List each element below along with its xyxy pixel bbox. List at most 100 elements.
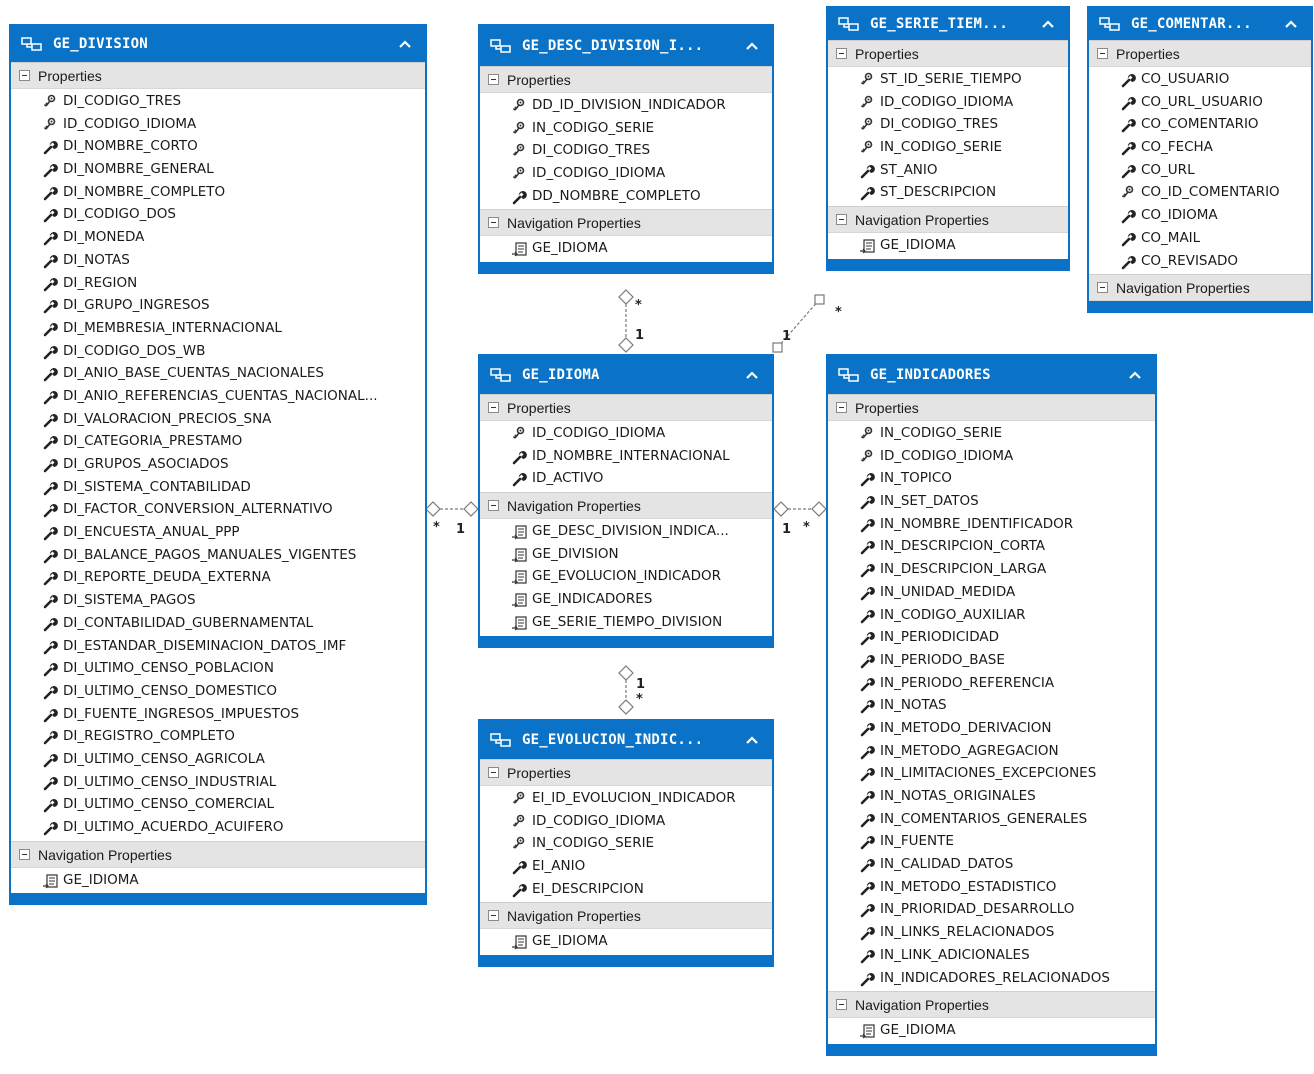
chevron-up-icon[interactable]: [744, 38, 760, 54]
property-row[interactable]: ST_ANIO: [828, 159, 1068, 182]
property-row[interactable]: IN_CODIGO_SERIE: [828, 136, 1068, 159]
collapse-section-icon[interactable]: [836, 402, 847, 413]
property-row[interactable]: DI_VALORACION_PRECIOS_SNA: [11, 408, 425, 431]
property-row[interactable]: EI_DESCRIPCION: [480, 878, 772, 901]
collapse-section-icon[interactable]: [19, 70, 30, 81]
property-row[interactable]: IN_PERIODO_BASE: [828, 649, 1155, 672]
property-row[interactable]: DI_SISTEMA_CONTABILIDAD: [11, 476, 425, 499]
property-row[interactable]: CO_ID_COMENTARIO: [1089, 181, 1311, 204]
entity-ge-comentario[interactable]: GE_COMENTAR... Properties CO_USUARIO CO_URL…: [1087, 6, 1313, 314]
property-row[interactable]: DI_ANIO_REFERENCIAS_CUENTAS_NACIONAL...: [11, 385, 425, 408]
property-row[interactable]: CO_COMENTARIO: [1089, 113, 1311, 136]
collapse-section-icon[interactable]: [488, 402, 499, 413]
property-row[interactable]: DI_CODIGO_DOS: [11, 203, 425, 226]
property-row[interactable]: DI_GRUPOS_ASOCIADOS: [11, 453, 425, 476]
property-row[interactable]: DI_NOMBRE_CORTO: [11, 135, 425, 158]
property-row[interactable]: EI_ID_EVOLUCION_INDICADOR: [480, 787, 772, 810]
entity-header[interactable]: GE_EVOLUCION_INDIC...: [480, 721, 772, 759]
property-row[interactable]: IN_LINK_ADICIONALES: [828, 944, 1155, 967]
navigation-properties-section-header[interactable]: Navigation Properties: [480, 902, 772, 930]
property-row[interactable]: CO_FECHA: [1089, 136, 1311, 159]
navigation-properties-section-header[interactable]: Navigation Properties: [828, 991, 1155, 1019]
collapse-section-icon[interactable]: [836, 999, 847, 1011]
navigation-property-row[interactable]: GE_IDIOMA: [11, 869, 425, 892]
property-row[interactable]: EI_ANIO: [480, 855, 772, 878]
property-row[interactable]: CO_MAIL: [1089, 227, 1311, 250]
property-row[interactable]: ID_ACTIVO: [480, 467, 772, 490]
navigation-property-row[interactable]: GE_DIVISION: [480, 543, 772, 566]
property-row[interactable]: DI_ULTIMO_ACUERDO_ACUIFERO: [11, 816, 425, 839]
entity-ge-division[interactable]: GE_DIVISION Properties DI_CODIGO_TRES ID_CO…: [9, 24, 427, 906]
entity-header[interactable]: GE_DIVISION: [11, 26, 425, 62]
property-row[interactable]: IN_FUENTE: [828, 830, 1155, 853]
property-row[interactable]: IN_DESCRIPCION_LARGA: [828, 558, 1155, 581]
chevron-up-icon[interactable]: [1040, 16, 1056, 32]
property-row[interactable]: IN_INDICADORES_RELACIONADOS: [828, 967, 1155, 990]
property-row[interactable]: DI_REPORTE_DEUDA_EXTERNA: [11, 566, 425, 589]
property-row[interactable]: IN_CODIGO_SERIE: [480, 117, 772, 140]
navigation-property-row[interactable]: GE_IDIOMA: [828, 234, 1068, 257]
property-row[interactable]: DI_ESTANDAR_DISEMINACION_DATOS_IMF: [11, 635, 425, 658]
entity-header[interactable]: GE_IDIOMA: [480, 356, 772, 394]
navigation-property-row[interactable]: GE_SERIE_TIEMPO_DIVISION: [480, 611, 772, 634]
property-row[interactable]: IN_UNIDAD_MEDIDA: [828, 581, 1155, 604]
navigation-properties-section-header[interactable]: Navigation Properties: [11, 840, 425, 868]
navigation-property-row[interactable]: GE_EVOLUCION_INDICADOR: [480, 565, 772, 588]
property-row[interactable]: DI_NOMBRE_GENERAL: [11, 158, 425, 181]
properties-section-header[interactable]: Properties: [480, 66, 772, 93]
property-row[interactable]: DI_SISTEMA_PAGOS: [11, 589, 425, 612]
entity-header[interactable]: GE_SERIE_TIEM...: [828, 8, 1068, 40]
property-row[interactable]: ID_CODIGO_IDIOMA: [11, 113, 425, 136]
property-row[interactable]: CO_URL: [1089, 159, 1311, 182]
association-evolucion-idioma[interactable]: 1 *: [618, 665, 645, 715]
properties-section-header[interactable]: Properties: [828, 40, 1068, 67]
property-row[interactable]: IN_CALIDAD_DATOS: [828, 853, 1155, 876]
property-row[interactable]: DI_CODIGO_TRES: [828, 113, 1068, 136]
property-row[interactable]: DI_ENCUESTA_ANUAL_PPP: [11, 521, 425, 544]
property-row[interactable]: DI_REGISTRO_COMPLETO: [11, 725, 425, 748]
property-row[interactable]: DI_MEMBRESIA_INTERNACIONAL: [11, 317, 425, 340]
chevron-up-icon[interactable]: [744, 732, 760, 748]
collapse-section-icon[interactable]: [488, 500, 499, 512]
property-row[interactable]: DI_CONTABILIDAD_GUBERNAMENTAL: [11, 612, 425, 635]
property-row[interactable]: DI_CODIGO_TRES: [11, 90, 425, 113]
navigation-properties-section-header[interactable]: Navigation Properties: [828, 206, 1068, 234]
property-row[interactable]: IN_NOTAS_ORIGINALES: [828, 785, 1155, 808]
collapse-section-icon[interactable]: [19, 848, 30, 860]
entity-header[interactable]: GE_INDICADORES: [828, 356, 1155, 394]
collapse-section-icon[interactable]: [836, 214, 847, 226]
property-row[interactable]: ID_CODIGO_IDIOMA: [480, 162, 772, 185]
collapse-section-icon[interactable]: [488, 74, 499, 85]
property-row[interactable]: IN_METODO_ESTADISTICO: [828, 876, 1155, 899]
properties-section-header[interactable]: Properties: [1089, 40, 1311, 67]
property-row[interactable]: DI_CODIGO_DOS_WB: [11, 340, 425, 363]
chevron-up-icon[interactable]: [397, 36, 413, 52]
association-division-idioma[interactable]: * 1: [425, 501, 479, 537]
association-indicadores-idioma[interactable]: * 1: [773, 501, 827, 537]
property-row[interactable]: DI_ANIO_BASE_CUENTAS_NACIONALES: [11, 362, 425, 385]
entity-ge-indicadores[interactable]: GE_INDICADORES Properties IN_CODIGO_SERIE I…: [826, 354, 1157, 1056]
property-row[interactable]: DI_MONEDA: [11, 226, 425, 249]
property-row[interactable]: DI_CODIGO_TRES: [480, 139, 772, 162]
property-row[interactable]: DI_ULTIMO_CENSO_DOMESTICO: [11, 680, 425, 703]
properties-section-header[interactable]: Properties: [828, 394, 1155, 421]
property-row[interactable]: IN_LIMITACIONES_EXCEPCIONES: [828, 762, 1155, 785]
property-row[interactable]: ID_CODIGO_IDIOMA: [828, 91, 1068, 114]
chevron-up-icon[interactable]: [1283, 16, 1299, 32]
property-row[interactable]: IN_PERIODO_REFERENCIA: [828, 672, 1155, 695]
navigation-property-row[interactable]: GE_INDICADORES: [480, 588, 772, 611]
navigation-properties-section-header[interactable]: Navigation Properties: [480, 492, 772, 520]
property-row[interactable]: DI_NOMBRE_COMPLETO: [11, 181, 425, 204]
property-row[interactable]: DI_ULTIMO_CENSO_AGRICOLA: [11, 748, 425, 771]
property-row[interactable]: DD_NOMBRE_COMPLETO: [480, 185, 772, 208]
navigation-properties-section-header[interactable]: Navigation Properties: [1089, 274, 1311, 302]
property-row[interactable]: ID_CODIGO_IDIOMA: [828, 445, 1155, 468]
property-row[interactable]: IN_METODO_AGREGACION: [828, 740, 1155, 763]
property-row[interactable]: IN_NOMBRE_IDENTIFICADOR: [828, 513, 1155, 536]
property-row[interactable]: IN_PERIODICIDAD: [828, 626, 1155, 649]
property-row[interactable]: IN_DESCRIPCION_CORTA: [828, 535, 1155, 558]
property-row[interactable]: IN_METODO_DERIVACION: [828, 717, 1155, 740]
entity-header[interactable]: GE_DESC_DIVISION_I...: [480, 26, 772, 66]
navigation-property-row[interactable]: GE_IDIOMA: [480, 930, 772, 953]
property-row[interactable]: DI_ULTIMO_CENSO_COMERCIAL: [11, 793, 425, 816]
